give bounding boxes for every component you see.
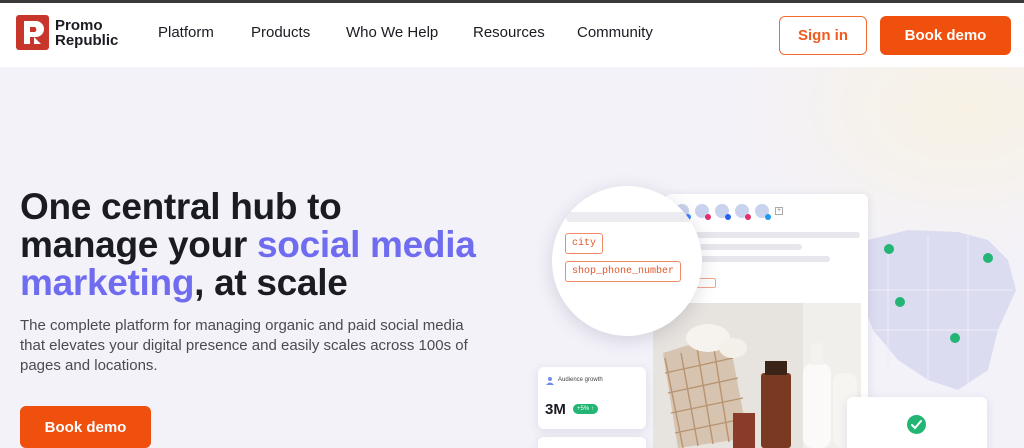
add-account-icon: +	[775, 207, 783, 215]
brand-logo[interactable]: Promo Republic	[16, 15, 118, 50]
avatar	[695, 204, 711, 220]
variable-tag-shop-phone-number: shop_phone_number	[565, 261, 682, 282]
audience-growth-title: Audience growth	[558, 377, 603, 383]
nav-item-resources[interactable]: Resources	[473, 24, 545, 41]
hero-headline: One central hub to manage your social me…	[20, 188, 540, 302]
headline-accent-marketing: marketing	[20, 262, 195, 303]
book-demo-nav-button[interactable]: Book demo	[880, 16, 1011, 55]
nav-item-who-we-help[interactable]: Who We Help	[346, 24, 438, 41]
brand-name: Promo Republic	[55, 18, 118, 48]
product-photo	[653, 303, 861, 448]
status-card	[847, 397, 987, 448]
variable-tag-city: city	[565, 233, 604, 254]
audience-growth-card: Audience growth 3M +5% ↑	[538, 367, 646, 429]
check-icon	[907, 415, 926, 434]
top-navigation: Promo Republic Platform Products Who We …	[0, 3, 1024, 67]
headline-line-1: One central hub to	[20, 186, 342, 227]
sign-in-button[interactable]: Sign in	[779, 16, 867, 55]
hero-subtext: The complete platform for managing organ…	[20, 317, 468, 374]
us-map-illustration	[858, 230, 1016, 390]
headline-line-3: , at scale	[194, 262, 348, 303]
headline-accent-social-media: social media	[256, 224, 476, 265]
book-demo-hero-button[interactable]: Book demo	[20, 406, 151, 448]
text-placeholder	[680, 256, 830, 262]
text-placeholder	[680, 232, 860, 238]
audience-growth-badge: +5% ↑	[573, 404, 598, 414]
secondary-metric-card	[538, 437, 646, 448]
headline-line-2: manage your	[20, 224, 257, 265]
avatar	[735, 204, 751, 220]
brand-name-line2: Republic	[55, 31, 119, 49]
audience-growth-value: 3M	[545, 401, 566, 418]
nav-item-products[interactable]: Products	[251, 24, 310, 41]
nav-item-community[interactable]: Community	[577, 24, 653, 41]
brand-name-line1: Promo	[55, 16, 103, 34]
avatar	[715, 204, 731, 220]
avatar	[755, 204, 771, 220]
nav-item-platform[interactable]: Platform	[158, 24, 214, 41]
promorepublic-logo-icon	[16, 15, 49, 50]
template-variables-zoom: city shop_phone_number	[552, 186, 702, 336]
text-placeholder	[566, 212, 696, 222]
audience-icon	[546, 377, 554, 385]
